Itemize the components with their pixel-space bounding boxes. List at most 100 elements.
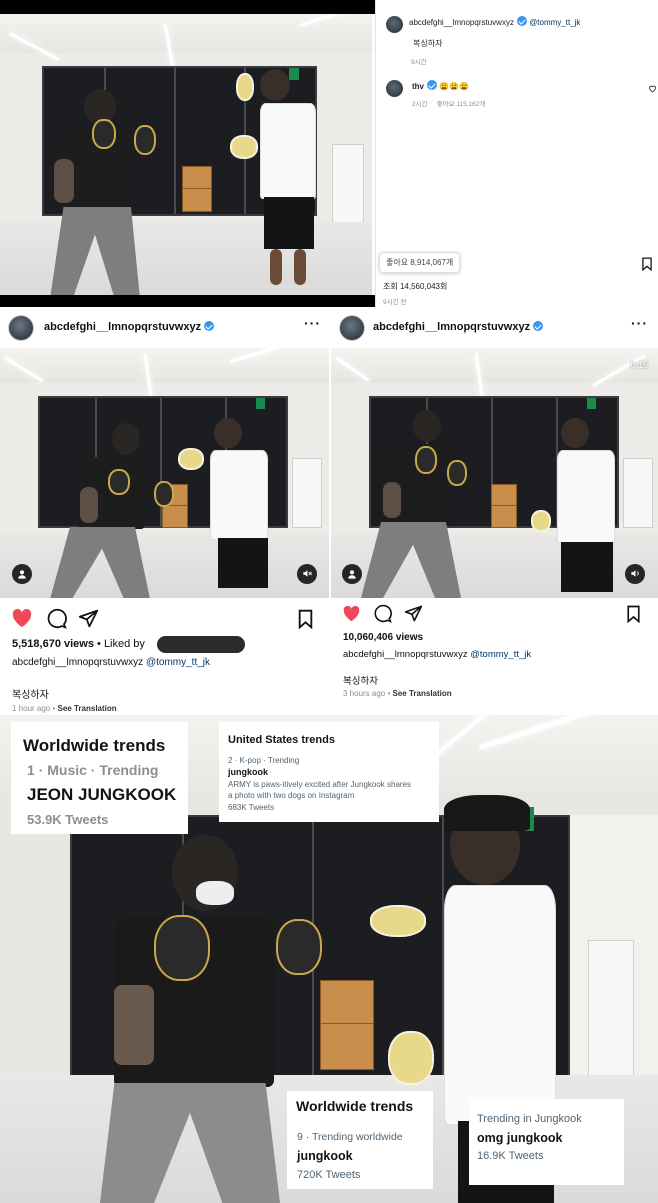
- bookmark-icon[interactable]: [641, 257, 653, 271]
- boxer-black-shirt: [50, 423, 174, 598]
- post-caption: 복싱하자: [413, 39, 443, 48]
- post-header: abcdefghi__lmnopqrstuvwxyz ···: [0, 307, 329, 347]
- trend-rank: 1 · Music · Trending: [27, 762, 159, 778]
- profile-username-line[interactable]: abcdefghi__lmnopqrstuvwxyz: [44, 321, 215, 333]
- verified-icon: [516, 16, 527, 26]
- face-mask: [196, 881, 234, 905]
- caption-time: 9시간: [411, 59, 427, 66]
- trend-count: 720K Tweets: [297, 1169, 361, 1181]
- comment-heart-icon[interactable]: [648, 84, 657, 93]
- comment-icon[interactable]: [46, 608, 67, 629]
- comment-likes[interactable]: 좋아요 115,162개: [437, 101, 486, 108]
- caption-line: abcdefghi__lmnopqrstuvwxyz @tommy_tt_jk: [343, 649, 531, 660]
- see-translation-link[interactable]: See Translation: [393, 689, 452, 698]
- trend-rank: 9 · Trending worldwide: [297, 1131, 403, 1143]
- video-timer: 0:15: [630, 360, 648, 370]
- worldwide-trends-card-1[interactable]: Worldwide trends 1 · Music · Trending JE…: [11, 722, 188, 834]
- trend-name: JEON JUNGKOOK: [27, 785, 177, 804]
- post-detail-pane: abcdefghi__lmnopqrstuvwxyz @tommy_tt_jk …: [375, 0, 658, 307]
- bookmark-icon[interactable]: [297, 609, 314, 629]
- profile-username-line[interactable]: abcdefghi__lmnopqrstuvwxyz: [373, 321, 544, 333]
- storage-shelf: [588, 940, 634, 1080]
- us-trends-card[interactable]: United States trends 2 · K-pop · Trendin…: [219, 722, 439, 822]
- profile-avatar[interactable]: [339, 315, 365, 341]
- share-icon[interactable]: [404, 604, 423, 623]
- caption-username[interactable]: abcdefghi__lmnopqrstuvwxyz: [12, 657, 143, 668]
- post-author-line: abcdefghi__lmnopqrstuvwxyz @tommy_tt_jk: [409, 16, 580, 27]
- post-video-frame[interactable]: [0, 14, 372, 295]
- post-video-frame[interactable]: 0:15: [331, 348, 658, 598]
- exit-sign: [587, 398, 596, 409]
- trend-name: jungkook: [228, 767, 268, 777]
- trend-count: 53.9K Tweets: [27, 812, 109, 827]
- mention-link[interactable]: @tommy_tt_jk: [529, 18, 580, 27]
- comment-username[interactable]: thv: [412, 82, 424, 91]
- trend-count: 16.9K Tweets: [477, 1150, 544, 1162]
- sound-icon[interactable]: [625, 564, 645, 584]
- post-header: abcdefghi__lmnopqrstuvwxyz ···: [331, 307, 658, 347]
- verified-icon: [533, 321, 544, 331]
- comment-avatar[interactable]: [386, 80, 403, 97]
- trend-card-title: United States trends: [228, 734, 335, 746]
- storage-shelf: [292, 458, 322, 528]
- comment-time: 2시간: [412, 101, 428, 108]
- profile-username[interactable]: abcdefghi__lmnopqrstuvwxyz: [44, 321, 201, 333]
- trend-description-1: ARMY is paws-itively excited after Jungk…: [228, 780, 412, 789]
- user-tag-icon[interactable]: [342, 564, 362, 584]
- storage-shelf: [332, 144, 364, 224]
- panel-1-topbar: [0, 0, 375, 14]
- worldwide-trends-card-2[interactable]: Worldwide trends 9 · Trending worldwide …: [287, 1091, 433, 1189]
- wooden-crate: [182, 166, 212, 212]
- heart-icon[interactable]: [342, 605, 361, 622]
- trend-name: omg jungkook: [477, 1131, 563, 1145]
- caption-username[interactable]: abcdefghi__lmnopqrstuvwxyz: [343, 649, 468, 660]
- share-icon[interactable]: [78, 608, 99, 629]
- comment-icon[interactable]: [373, 604, 392, 623]
- post-meta: 1 hour ago • See Translation: [12, 704, 117, 713]
- more-icon[interactable]: ···: [304, 315, 321, 331]
- trend-name: jungkook: [297, 1149, 353, 1163]
- trend-count: 683K Tweets: [228, 803, 275, 812]
- post-caption: 복싱하자: [12, 690, 49, 701]
- boxer-black-shirt: [40, 89, 160, 295]
- trend-card-title: Worldwide trends: [23, 736, 166, 755]
- post-time: 9시간 전: [383, 299, 407, 306]
- user-tag-icon[interactable]: [12, 564, 32, 584]
- verified-icon: [204, 321, 215, 331]
- profile-username[interactable]: abcdefghi__lmnopqrstuvwxyz: [373, 321, 530, 333]
- heart-icon[interactable]: [11, 608, 33, 628]
- trend-card-title: Worldwide trends: [296, 1098, 414, 1114]
- bookmark-icon[interactable]: [626, 605, 641, 623]
- views-count-text: 5,518,670 views: [12, 638, 94, 650]
- more-icon[interactable]: ···: [631, 315, 648, 331]
- post-video-frame[interactable]: [0, 348, 329, 598]
- see-translation-link[interactable]: See Translation: [58, 704, 117, 713]
- post-caption: 복싱하자: [343, 676, 378, 687]
- jungkook-trends-card[interactable]: Trending in Jungkook omg jungkook 16.9K …: [469, 1099, 624, 1185]
- comment-line: thv 😩😩😩: [412, 80, 469, 91]
- panel-1: abcdefghi__lmnopqrstuvwxyz @tommy_tt_jk …: [0, 0, 658, 307]
- likes-tooltip: 좋아요 8,914,067개: [379, 252, 461, 273]
- mention-link[interactable]: @tommy_tt_jk: [470, 649, 531, 660]
- comment-meta: 2시간 좋아요 115,162개: [412, 98, 485, 108]
- views-count: 5,518,670 views • Liked by: [12, 638, 145, 650]
- caption-line: abcdefghi__lmnopqrstuvwxyz @tommy_tt_jk: [12, 657, 210, 668]
- trainer-white-shirt: [170, 418, 290, 598]
- trend-rank: Trending in Jungkook: [477, 1113, 582, 1125]
- verified-icon: [427, 80, 437, 90]
- profile-avatar[interactable]: [8, 315, 34, 341]
- mention-link[interactable]: @tommy_tt_jk: [146, 657, 210, 668]
- mute-icon[interactable]: [297, 564, 317, 584]
- panel-1-bottombar: [0, 295, 375, 307]
- trend-description-2: a photo with two dogs on Instagram: [228, 791, 355, 800]
- panel-3: abcdefghi__lmnopqrstuvwxyz ··· 0:15 10,0…: [331, 307, 658, 715]
- wooden-crate: [491, 484, 517, 528]
- exit-sign: [256, 398, 265, 409]
- post-author-username[interactable]: abcdefghi__lmnopqrstuvwxyz: [409, 18, 514, 27]
- post-author-avatar[interactable]: [386, 16, 403, 33]
- trainer-white-shirt: [230, 69, 330, 289]
- views-count: 10,060,406 views: [343, 632, 424, 643]
- liked-by-redacted: [157, 636, 245, 653]
- trend-rank: 2 · K-pop · Trending: [228, 756, 300, 765]
- post-time: 3 hours ago: [343, 689, 386, 698]
